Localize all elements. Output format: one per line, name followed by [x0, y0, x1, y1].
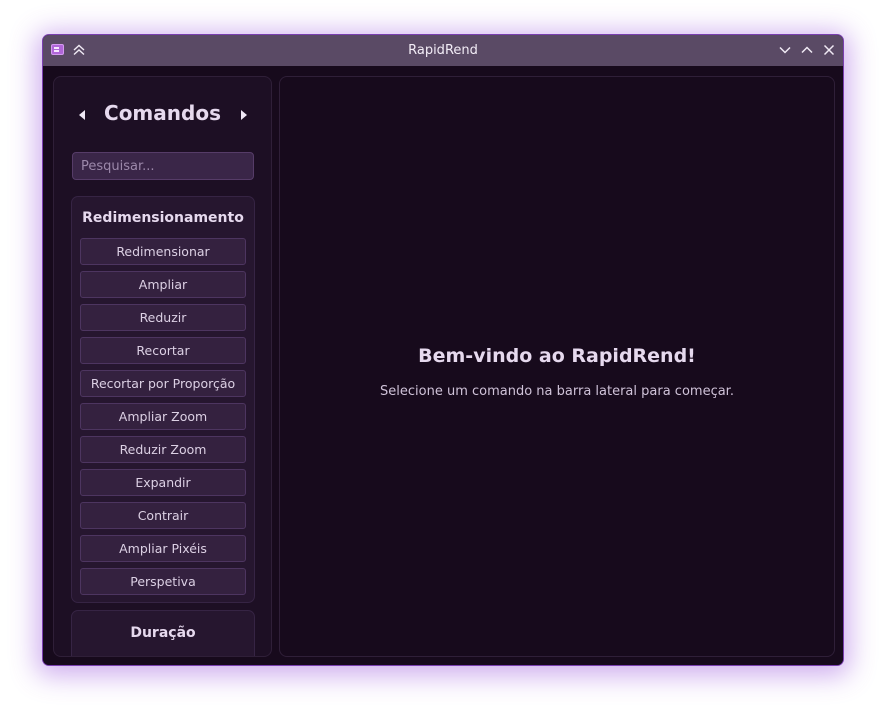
group-title: Redimensionamento [82, 210, 244, 226]
minimize-icon[interactable] [776, 41, 794, 59]
command-button-reduzir-zoom[interactable]: Reduzir Zoom [80, 436, 246, 463]
welcome-title: Bem-vindo ao RapidRend! [418, 345, 696, 367]
window-content: Comandos Redimensionamento Redimensionar… [43, 66, 843, 665]
command-button-perspetiva[interactable]: Perspetiva [80, 568, 246, 595]
command-button-expandir[interactable]: Expandir [80, 469, 246, 496]
command-group-resize: Redimensionamento Redimensionar Ampliar … [71, 196, 255, 603]
window-title: RapidRend [408, 43, 478, 58]
sidebar-header: Comandos [54, 99, 271, 133]
command-button-ampliar-pixeis[interactable]: Ampliar Pixéis [80, 535, 246, 562]
search-input[interactable] [72, 152, 254, 180]
command-button-ampliar-zoom[interactable]: Ampliar Zoom [80, 403, 246, 430]
main-panel: Bem-vindo ao RapidRend! Selecione um com… [279, 76, 835, 657]
sidebar: Comandos Redimensionamento Redimensionar… [53, 76, 272, 657]
command-button-reduzir[interactable]: Reduzir [80, 304, 246, 331]
command-button-ampliar[interactable]: Ampliar [80, 271, 246, 298]
command-button-contrair[interactable]: Contrair [80, 502, 246, 529]
close-icon[interactable] [820, 41, 838, 59]
command-group-duration: Duração [71, 610, 255, 656]
triangle-right-icon[interactable] [238, 108, 250, 122]
welcome-subtitle: Selecione um comando na barra lateral pa… [380, 384, 734, 399]
group-title: Duração [130, 625, 196, 641]
command-button-redimensionar[interactable]: Redimensionar [80, 238, 246, 265]
maximize-icon[interactable] [798, 41, 816, 59]
title-bar[interactable]: RapidRend [43, 35, 843, 66]
command-list: Redimensionar Ampliar Reduzir Recortar R… [80, 238, 246, 601]
command-button-recortar-proporcao[interactable]: Recortar por Proporção [80, 370, 246, 397]
app-window: RapidRend Comandos Pesquisar... Redimens… [42, 34, 844, 666]
command-button-recortar[interactable]: Recortar [80, 337, 246, 364]
triangle-left-icon[interactable] [76, 108, 88, 122]
